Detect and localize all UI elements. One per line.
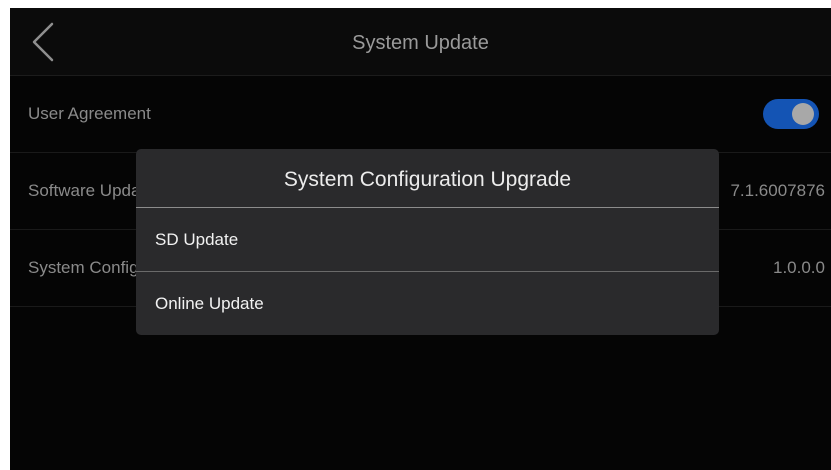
option-label: Online Update xyxy=(155,294,264,313)
option-label: SD Update xyxy=(155,230,239,249)
toggle-knob xyxy=(792,103,814,125)
settings-row-user-agreement[interactable]: User Agreement xyxy=(10,76,831,153)
software-version: 7.1.6007876 xyxy=(730,181,825,200)
page-title: System Update xyxy=(352,32,489,54)
dialog-title: System Configuration Upgrade xyxy=(136,149,719,208)
user-agreement-toggle[interactable] xyxy=(763,99,819,129)
online-update-option[interactable]: Online Update xyxy=(136,272,719,335)
configuration-version: 1.0.0.0 xyxy=(773,258,825,277)
row-label: User Agreement xyxy=(28,104,151,123)
sd-update-option[interactable]: SD Update xyxy=(136,208,719,271)
system-update-screen: System Update User Agreement Software Up… xyxy=(10,8,831,470)
upgrade-dialog: System Configuration Upgrade SD Update O… xyxy=(136,149,719,335)
top-bar: System Update xyxy=(10,8,831,76)
